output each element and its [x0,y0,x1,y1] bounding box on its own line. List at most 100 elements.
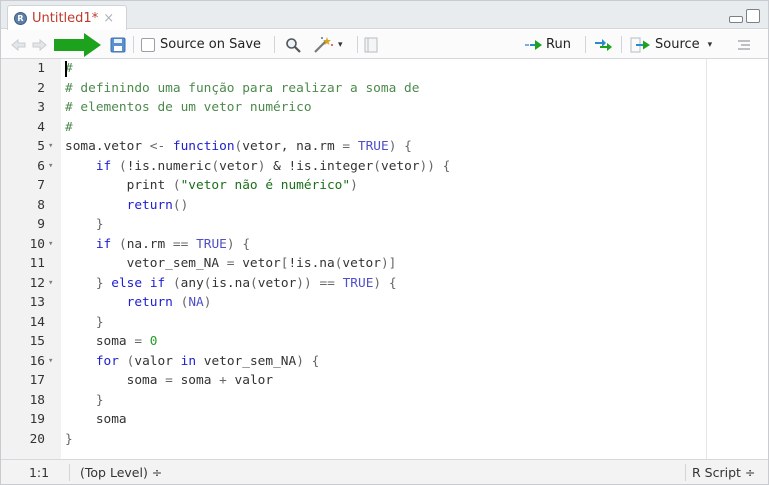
close-icon[interactable]: × [103,11,114,26]
code-line[interactable]: 19 soma [1,410,706,430]
code-line[interactable]: 6 ▾ if (!is.numeric(vetor) & !is.integer(… [1,157,706,177]
code-text: # definindo uma função para realizar a s… [65,80,420,96]
editor-status-bar: 1:1 (Top Level) ÷ R Script ÷ [1,459,768,484]
code-line[interactable]: 2 # definindo uma função para realizar a … [1,79,706,99]
code-line[interactable]: 5 ▾ soma.vetor <- function(vetor, na.rm = … [1,137,706,157]
code-text: print ("vetor não é numérico") [65,178,358,193]
source-on-save-toggle[interactable]: Source on Save [141,30,261,59]
line-number: 5 [37,139,45,154]
file-type-selector[interactable]: R Script ÷ [692,460,755,485]
source-on-save-checkbox[interactable] [141,37,155,52]
code-text: } [65,431,73,447]
code-line[interactable]: 1 # [1,59,706,79]
code-line[interactable]: 11 vetor_sem_NA = vetor[!is.na(vetor)] [1,254,706,274]
chevron-down-icon: ▾ [338,39,343,50]
source-button[interactable]: Source ▾ [630,30,712,59]
save-button[interactable] [110,30,126,59]
find-replace-button[interactable] [285,30,301,59]
code-line[interactable]: 14 } [1,313,706,333]
status-separator [69,464,70,481]
r-file-icon: R [14,11,27,25]
code-text: vetor_sem_NA = vetor[!is.na(vetor)] [65,256,397,271]
line-number: 11 [29,256,45,271]
editor-tab[interactable]: R Untitled1* × [7,5,127,30]
fold-toggle-icon[interactable]: ▾ [48,235,53,255]
line-number: 19 [29,412,45,427]
compile-report-button[interactable] [364,30,378,59]
code-text: } [95,217,104,232]
code-text: for (valor in vetor_sem_NA) { [95,353,320,369]
code-line[interactable]: 3 # elementos de um vetor numérico [1,98,706,118]
code-text: soma [65,412,127,427]
back-button[interactable] [11,30,27,59]
source-on-save-label: Source on Save [160,37,262,52]
code-line[interactable]: 16 ▾ for (valor in vetor_sem_NA) { [1,352,706,372]
run-button[interactable]: Run [525,30,571,59]
code-text: return (NA) [126,295,212,310]
editor-tab-bar: R Untitled1* × [1,1,768,30]
code-line[interactable]: 18 } [1,391,706,411]
code-line[interactable]: 10 ▾ if (na.rm == TRUE) { [1,235,706,255]
code-line[interactable]: 7 print ("vetor não é numérico") [1,176,706,196]
line-number: 10 [29,236,45,252]
fold-toggle-icon[interactable]: ▾ [48,352,53,372]
line-number: 15 [29,334,45,349]
toolbar-separator [357,36,358,53]
tab-title: Untitled1* [32,10,99,26]
code-line[interactable]: 17 soma = soma + valor [1,371,706,391]
line-number: 20 [29,431,45,447]
fold-toggle-icon[interactable]: ▾ [48,157,53,177]
fold-toggle-icon[interactable]: ▾ [48,137,53,157]
source-editor-pane: R Untitled1* × Source on Save ▾ Run Sour… [0,0,769,485]
forward-button[interactable] [31,30,47,59]
line-number: 16 [29,353,45,369]
outline-icon [738,39,750,50]
document-outline-button[interactable] [737,30,751,59]
code-text: # elementos de um vetor numérico [65,100,312,115]
code-line[interactable]: 4 # [1,118,706,138]
scope-selector[interactable]: (Top Level) ÷ [80,460,162,485]
code-line[interactable]: 8 return() [1,196,706,216]
run-label: Run [546,37,571,52]
line-number: 1 [37,61,45,76]
magic-wand-icon [314,36,333,53]
code-line[interactable]: 9 } [1,215,706,235]
code-text: soma = 0 [65,334,158,349]
code-editor[interactable]: 1 #2 # definindo uma função para realizar … [1,59,768,459]
code-text: # [65,119,73,135]
source-icon [630,37,650,52]
run-arrow-icon [525,39,542,50]
line-number: 2 [37,80,45,96]
line-number: 9 [37,217,45,232]
toolbar-separator [585,36,586,53]
fold-toggle-icon[interactable]: ▾ [48,274,53,294]
code-line[interactable]: 15 soma = 0 [1,332,706,352]
code-text: if (!is.numeric(vetor) & !is.integer(vet… [95,158,451,174]
editor-toolbar: Source on Save ▾ Run Source ▾ [1,30,768,59]
line-number: 12 [29,275,45,291]
maximize-icon[interactable] [746,9,760,23]
minimize-icon[interactable] [729,16,743,23]
code-text: soma = soma + valor [65,373,274,388]
print-margin [706,59,707,459]
forward-arrow-icon [32,38,47,51]
source-label: Source [655,37,700,52]
rerun-button[interactable] [594,30,614,59]
line-number: 13 [29,295,45,310]
text-cursor [65,61,67,77]
line-number: 3 [37,100,45,115]
toolbar-separator [621,36,622,53]
chevron-down-icon[interactable]: ▾ [708,40,713,50]
rerun-icon [595,38,612,51]
code-text: } [95,314,104,330]
line-number: 8 [37,197,45,213]
code-line[interactable]: 12 ▾ } else if (any(is.na(vetor)) == TRUE… [1,274,706,294]
code-text: } else if (any(is.na(vetor)) == TRUE) { [95,275,397,291]
code-line[interactable]: 20} [1,430,706,450]
status-separator [685,464,686,481]
code-tools-button[interactable]: ▾ [312,30,343,59]
toolbar-separator [274,36,275,53]
code-text: if (na.rm == TRUE) { [95,236,251,252]
search-icon [286,37,301,53]
code-line[interactable]: 13 return (NA) [1,293,706,313]
